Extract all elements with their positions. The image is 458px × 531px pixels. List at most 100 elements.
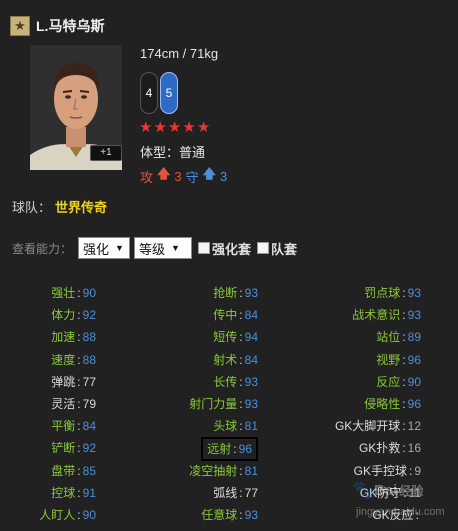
stat-value: 92 [82,308,96,323]
stat-label: 速度 [51,352,76,367]
stat-value: 93 [244,374,258,389]
enhance-select[interactable]: 强化 ▼ [78,237,131,259]
stat-label: 反应 [376,374,401,389]
plus-badge: +1 [90,145,122,161]
body-type-label: 体型： [140,145,180,160]
stat-value: 94 [244,330,258,345]
stat-item: 灵活:79 [51,393,96,415]
stat-item: 盘带:85 [51,460,96,482]
stat-label: 站位 [376,330,401,345]
stat-value: 77 [82,374,96,389]
stats-row: 平衡:84 头球:81 GK大脚开球:12 [0,415,458,437]
chevron-down-icon: ▼ [171,243,180,253]
arrow-up-icon: 🡅 [202,166,217,181]
stat-item: 头球:81 [213,415,258,437]
watermark: 🐾 Bai 经验 jingyan.baidu.com [352,478,452,528]
stat-item: 凌空抽射:81 [189,460,258,482]
stat-label: 加速 [51,330,76,345]
stat-item: 弧线:77 [213,482,258,504]
stat-separator: : [402,441,406,456]
stat-item: 任意球:93 [201,504,258,526]
attack-label: 攻 [140,169,154,185]
team-value[interactable]: 世界传奇 [55,200,107,215]
stat-separator: : [77,330,81,345]
checkbox-box[interactable] [198,242,211,254]
attack-value: 3 [174,168,182,184]
stat-separator: : [239,508,243,522]
team-set-checkbox[interactable]: 队套 [257,239,297,258]
stat-value: 93 [244,508,258,522]
stat-separator: : [239,485,243,500]
stat-value: 88 [82,330,96,345]
stat-value: 96 [407,352,421,367]
stat-label: 侵略性 [364,397,401,411]
stat-separator: : [77,441,81,456]
level-select[interactable]: 等级 ▼ [134,237,193,259]
watermark-brand: Bai [374,482,398,499]
stat-separator: : [77,508,81,522]
checkbox-box[interactable] [257,242,270,254]
weak-foot-indicator: 4 5 [140,72,178,114]
enhance-set-checkbox[interactable]: 强化套 [198,239,251,258]
stat-value: 79 [82,397,96,411]
stat-label: 视野 [376,352,401,367]
stat-separator: : [239,463,243,478]
star-rating: ★ ★ ★ ★ ★ [139,120,210,136]
stat-item: 铲断:92 [51,437,96,459]
stats-row: 弹跳:77 长传:93 反应:90 [0,371,458,393]
watermark-url: jingyan.baidu.com [356,506,445,518]
stat-item: 射术:84 [213,349,258,371]
paw-icon: 🐾 [352,480,375,500]
stat-separator: : [402,374,406,389]
stat-label: 灵活 [51,397,76,411]
team-set-label: 队套 [271,241,298,257]
stat-value: 92 [82,441,96,456]
stat-value: 90 [82,508,96,522]
arrow-up-icon: 🡅 [157,166,171,181]
stat-label: 射术 [213,352,238,367]
star-icon: ★ [167,119,182,136]
view-ability-label: 查看能力： [12,241,73,256]
stat-label: 平衡 [51,419,76,434]
stat-separator: : [77,463,81,478]
stat-item: GK扑救:16 [359,437,421,459]
enhance-set-label: 强化套 [212,241,252,257]
stat-label: 弹跳 [51,374,76,389]
star-icon: ★ [182,119,196,136]
star-icon: ★ [196,119,211,136]
stat-item: 侵略性:96 [364,393,421,415]
stat-label: 体力 [51,308,76,323]
stat-value: 96 [407,397,421,411]
stat-separator: : [239,352,243,367]
star-icon: ★ [139,119,153,136]
enhance-select-value: 强化 [83,241,110,257]
stats-row: 强壮:90 抢断:93 罚点球:93 [0,282,458,304]
stat-value: 81 [244,463,258,478]
stat-item: 强壮:90 [51,282,96,304]
stat-item: 远射:96 [201,437,258,462]
watermark-brand-suffix: 经验 [399,484,424,498]
stat-item: 反应:90 [376,371,421,393]
stat-label: 盘带 [51,463,76,478]
stat-value: 91 [82,485,96,500]
right-foot-value: 5 [165,86,173,100]
stat-label: 战术意识 [352,308,401,323]
stats-row: 灵活:79 射门力量:93 侵略性:96 [0,393,458,415]
stat-item: 射门力量:93 [189,393,258,415]
stat-separator: : [239,308,243,323]
stat-value: 81 [244,419,258,434]
stat-separator: : [402,330,406,345]
stat-separator: : [77,485,81,500]
stat-separator: : [402,397,406,411]
left-foot-icon: 4 [140,72,158,114]
stats-row: 速度:88 射术:84 视野:96 [0,349,458,371]
stat-separator: : [239,419,243,434]
stat-label: 控球 [51,485,76,500]
team-label: 球队： [12,200,52,215]
stat-value: 16 [407,441,421,456]
stat-separator: : [77,374,81,389]
stat-value: 84 [244,308,258,323]
left-foot-value: 4 [145,86,153,100]
stat-label: 远射 [207,442,232,457]
stat-label: 抢断 [213,286,238,300]
